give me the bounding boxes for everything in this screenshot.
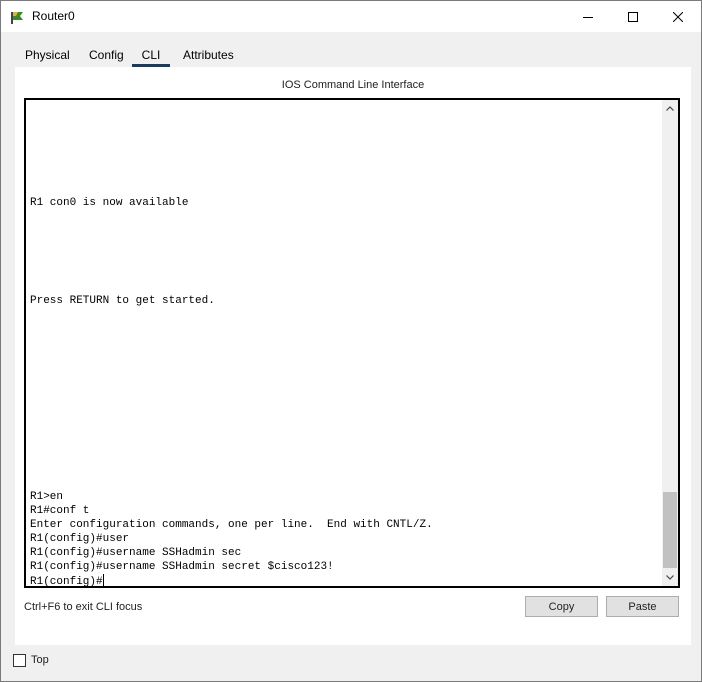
router-app-icon <box>10 9 26 25</box>
top-checkbox-label[interactable]: Top <box>31 654 49 666</box>
title-bar: Router0 <box>1 1 701 32</box>
panel-title: IOS Command Line Interface <box>281 79 425 91</box>
window-title: Router0 <box>32 9 75 23</box>
chevron-up-icon <box>666 106 674 111</box>
terminal-output[interactable]: R1 con0 is now available Press RETURN to… <box>30 100 658 589</box>
tab-physical[interactable]: Physical <box>15 43 77 67</box>
terminal-line: Press RETURN to get started. <box>30 295 215 307</box>
tab-config[interactable]: Config <box>77 43 132 67</box>
tab-cli-label: CLI <box>141 48 161 62</box>
terminal-line: R1 con0 is now available <box>30 197 189 209</box>
paste-button[interactable]: Paste <box>606 596 679 617</box>
terminal-line: R1>en <box>30 491 64 503</box>
tab-attributes[interactable]: Attributes <box>170 43 244 67</box>
terminal-line: R1#conf t <box>30 505 90 517</box>
maximize-icon <box>628 11 638 22</box>
close-icon <box>673 11 683 22</box>
terminal-line: Enter configuration commands, one per li… <box>30 519 433 531</box>
terminal-line: R1(config)#user <box>30 533 130 545</box>
maximize-button[interactable] <box>610 1 656 32</box>
minimize-icon <box>583 16 593 18</box>
copy-button[interactable]: Copy <box>525 596 598 617</box>
tab-cli[interactable]: CLI <box>132 43 170 67</box>
terminal-line: R1(config)#username SSHadmin sec <box>30 547 242 559</box>
scroll-up-button[interactable] <box>662 100 678 117</box>
cli-focus-hint: Ctrl+F6 to exit CLI focus <box>24 601 143 613</box>
terminal-line: R1(config)#username SSHadmin secret $cis… <box>30 561 334 573</box>
text-cursor <box>102 574 104 586</box>
close-button[interactable] <box>655 1 701 32</box>
top-checkbox[interactable] <box>13 654 26 667</box>
minimize-button[interactable] <box>565 1 611 32</box>
scroll-down-button[interactable] <box>662 569 678 586</box>
tab-bar: Physical Config CLI Attributes <box>15 43 244 67</box>
router-window: Router0 Physical Config CLI Attributes I… <box>0 0 702 682</box>
scroll-thumb[interactable] <box>663 492 677 568</box>
vertical-scrollbar[interactable] <box>662 100 678 586</box>
terminal-prompt: R1(config)# <box>30 576 103 588</box>
cli-panel: IOS Command Line Interface R1 con0 is no… <box>15 67 691 645</box>
cli-terminal[interactable]: R1 con0 is now available Press RETURN to… <box>24 98 680 588</box>
chevron-down-icon <box>666 575 674 580</box>
terminal-prompt-line[interactable]: R1(config)# <box>30 574 104 589</box>
